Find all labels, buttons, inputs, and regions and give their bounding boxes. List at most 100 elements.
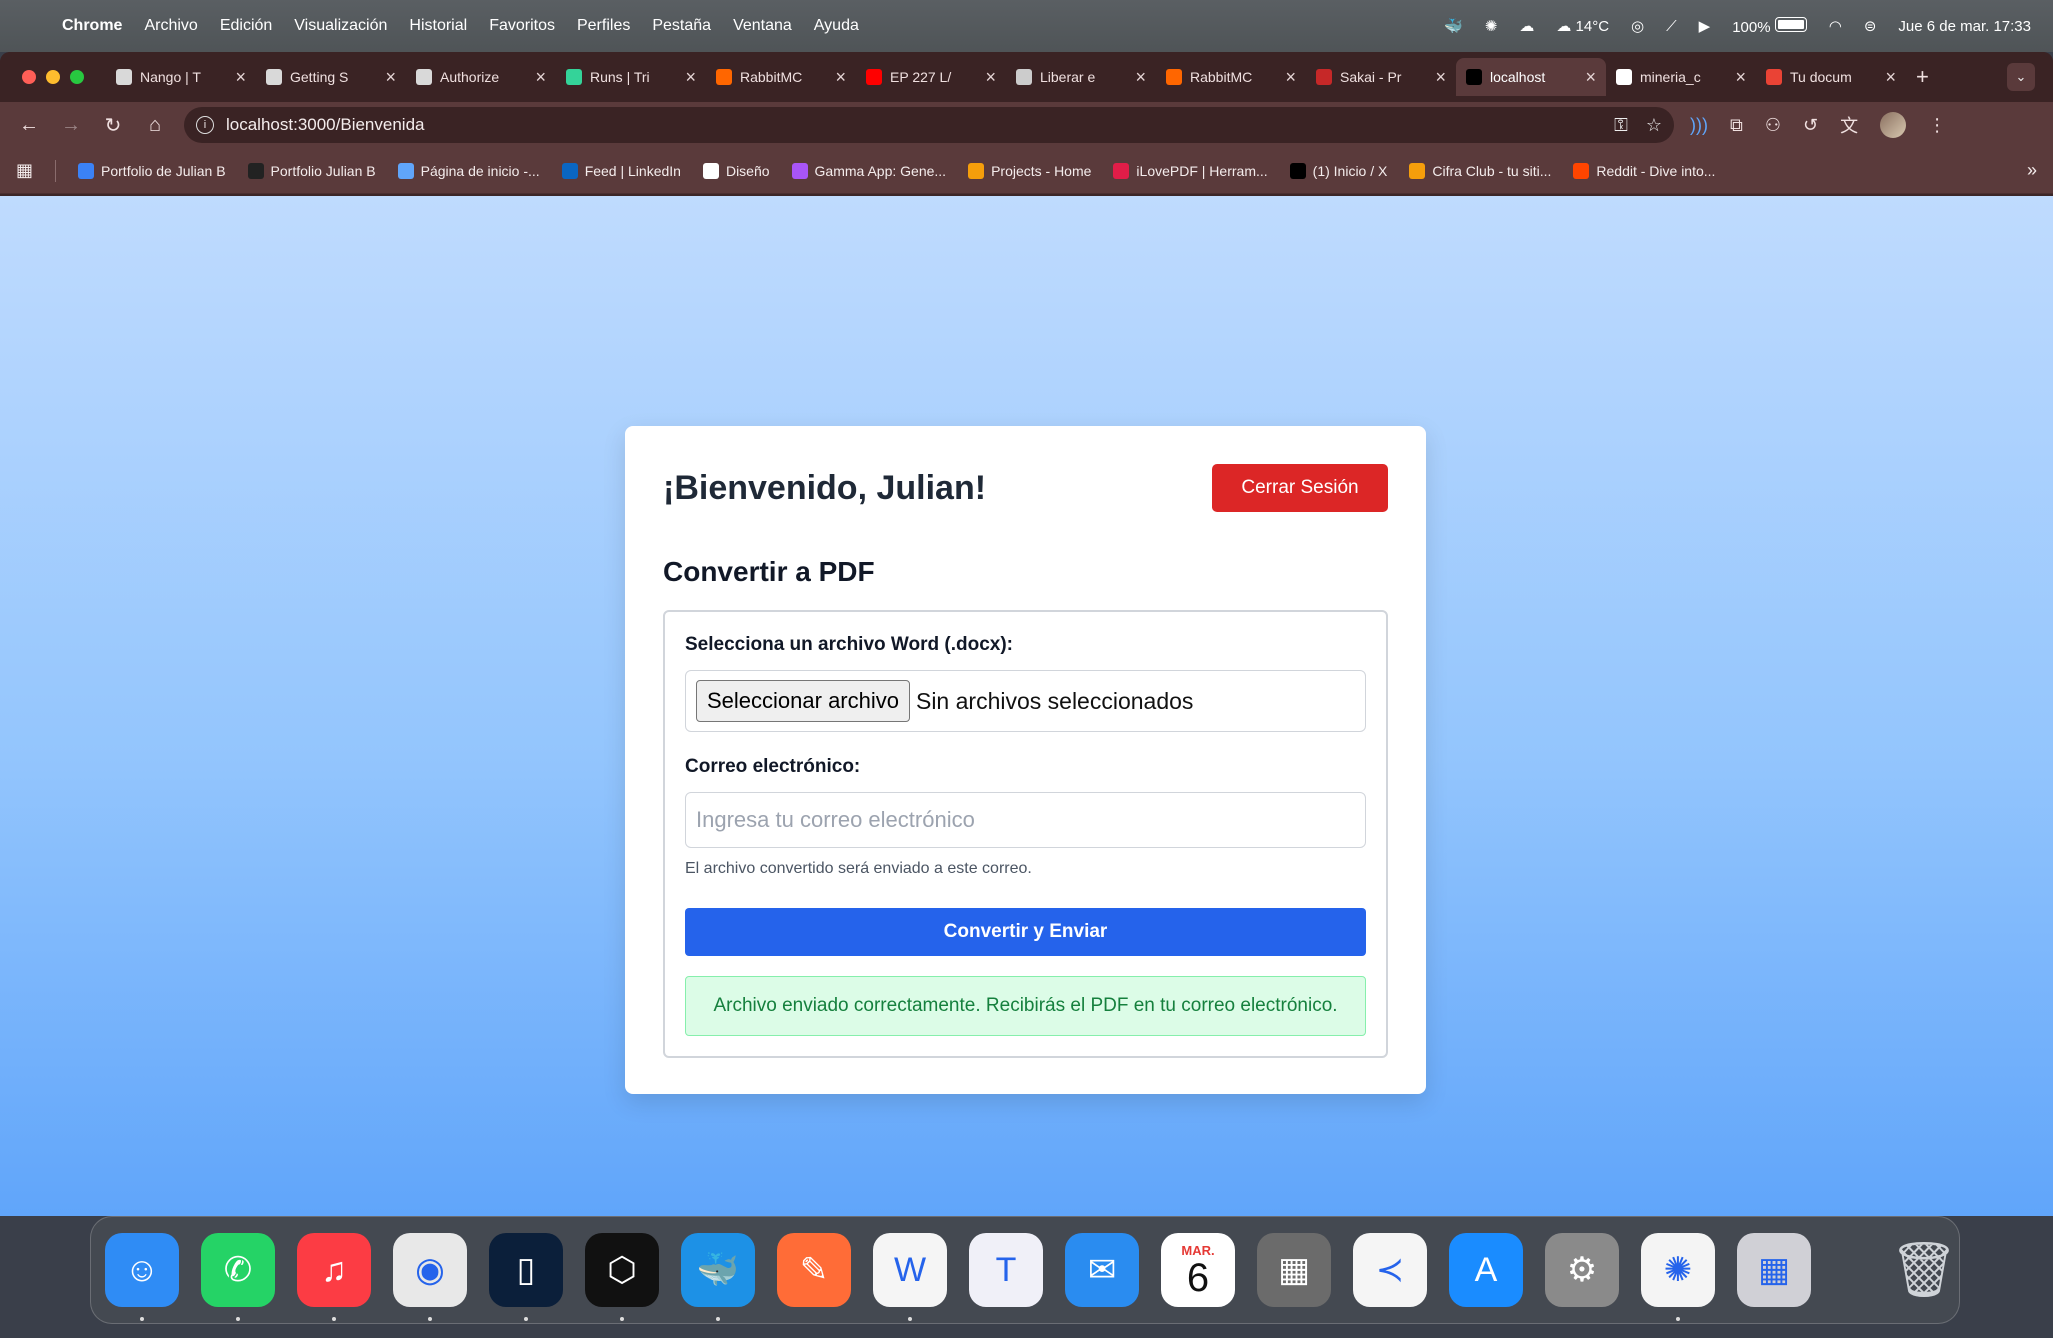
menu-edicion[interactable]: Edición [220,17,272,35]
tab-close-icon[interactable]: × [985,67,996,88]
docker-status-icon[interactable]: 🐳 [1444,17,1463,35]
tab-5[interactable]: EP 227 L/ × [856,58,1006,96]
bookmark-1[interactable]: Portfolio Julian B [247,162,376,179]
postman-icon[interactable]: ✎ [777,1233,851,1307]
vscode-icon[interactable]: ≺ [1353,1233,1427,1307]
back-button[interactable]: ← [16,114,42,137]
tab-9[interactable]: localhost × [1456,58,1606,96]
finder-icon[interactable]: ☺ [105,1233,179,1321]
system-settings-icon[interactable]: ⚙ [1545,1233,1619,1307]
tab-close-icon[interactable]: × [1135,67,1146,88]
tab-search-button[interactable]: ⌄ [2007,63,2035,91]
bookmark-6[interactable]: Projects - Home [968,162,1091,179]
weather-widget[interactable]: ☁ 14°C [1556,17,1609,35]
file-input[interactable]: Seleccionar archivo Sin archivos selecci… [685,670,1366,732]
tab-close-icon[interactable]: × [1285,67,1296,88]
chatgpt-status-icon[interactable]: ✺ [1485,17,1498,35]
translate-icon[interactable]: 文 [1840,112,1858,138]
password-key-icon[interactable]: ⚿ [1614,115,1628,136]
tab-close-icon[interactable]: × [385,67,396,88]
calculator-icon[interactable]: ▦ [1257,1233,1331,1307]
app-store-icon[interactable]: A [1449,1233,1523,1307]
tab-close-icon[interactable]: × [535,67,546,88]
reload-button[interactable]: ↻ [100,113,126,138]
wifi-icon[interactable]: ◠ [1829,17,1842,35]
bookmark-10[interactable]: Reddit - Dive into... [1573,162,1715,179]
tab-close-icon[interactable]: × [1735,67,1746,88]
tab-4[interactable]: RabbitMC × [706,58,856,96]
tab-0[interactable]: Nango | T × [106,58,256,96]
app-menu[interactable]: Chrome [62,17,122,35]
menu-perfiles[interactable]: Perfiles [577,17,630,35]
trash-icon[interactable]: 🗑 [1887,1233,1961,1307]
notes-app-icon[interactable]: ▯ [489,1233,563,1321]
menu-archivo[interactable]: Archivo [144,17,197,35]
tab-2[interactable]: Authorize × [406,58,556,96]
new-tab-button[interactable]: + [1916,64,1929,90]
extension-sound-icon[interactable]: ))) [1690,115,1708,136]
pen-icon[interactable]: ⟋ [1666,18,1677,35]
calendar-icon[interactable]: MAR. 6 [1161,1233,1235,1307]
menu-historial[interactable]: Historial [409,17,467,35]
chatgpt-icon[interactable]: ✺ [1641,1233,1715,1321]
site-info-icon[interactable]: i [196,116,214,134]
mail-icon[interactable]: ✉ [1065,1233,1139,1307]
bookmark-0[interactable]: Portfolio de Julian B [78,162,226,179]
extensions-puzzle-icon[interactable]: ⧉ [1730,115,1743,136]
launchpad-icon[interactable]: ▦ [1737,1233,1811,1307]
close-window-button[interactable] [22,70,36,84]
bookmark-7[interactable]: iLovePDF | Herram... [1113,162,1268,179]
music-icon[interactable]: ♫ [297,1233,371,1321]
control-center-icon[interactable]: ⊜ [1864,17,1877,35]
profile-avatar[interactable] [1880,112,1907,138]
home-button[interactable]: ⌂ [142,114,168,137]
tab-11[interactable]: Tu docum × [1756,58,1906,96]
tab-close-icon[interactable]: × [835,67,846,88]
clock[interactable]: Jue 6 de mar. 17:33 [1898,18,2031,35]
tab-close-icon[interactable]: × [1435,67,1446,88]
tab-close-icon[interactable]: × [1585,67,1596,88]
convert-send-button[interactable]: Convertir y Enviar [685,908,1366,956]
menu-visualizacion[interactable]: Visualización [294,17,387,35]
tab-close-icon[interactable]: × [685,67,696,88]
tab-3[interactable]: Runs | Tri × [556,58,706,96]
address-bar[interactable]: i localhost:3000/Bienvenida ⚿ ☆ [184,107,1674,143]
apps-grid-icon[interactable]: ▦ [16,160,33,181]
word-icon[interactable]: W [873,1233,947,1321]
bookmark-9[interactable]: Cifra Club - tu siti... [1409,162,1551,179]
bookmark-star-icon[interactable]: ☆ [1646,115,1662,136]
tab-10[interactable]: mineria_c × [1606,58,1756,96]
logout-button[interactable]: Cerrar Sesión [1212,464,1388,512]
play-icon[interactable]: ▶ [1699,17,1711,35]
menu-favoritos[interactable]: Favoritos [489,17,555,35]
shazam-icon[interactable]: ◎ [1631,17,1644,35]
battery-indicator[interactable]: 100% [1732,16,1807,36]
bookmark-4[interactable]: Diseño [702,162,770,179]
menu-pestana[interactable]: Pestaña [652,17,711,35]
chrome-menu-icon[interactable]: ⋮ [1928,115,1946,136]
url-text[interactable]: localhost:3000/Bienvenida [226,115,424,135]
tab-close-icon[interactable]: × [235,67,246,88]
minimize-window-button[interactable] [46,70,60,84]
tab-6[interactable]: Liberar e × [1006,58,1156,96]
email-field[interactable] [685,792,1366,848]
bookmark-2[interactable]: Página de inicio -... [397,162,540,179]
tab-7[interactable]: RabbitMC × [1156,58,1306,96]
cube-app-icon[interactable]: ⬡ [585,1233,659,1321]
tab-8[interactable]: Sakai - Pr × [1306,58,1456,96]
history-icon[interactable]: ↺ [1803,115,1818,136]
docker-icon[interactable]: 🐳 [681,1233,755,1321]
zoom-window-button[interactable] [70,70,84,84]
bookmark-8[interactable]: (1) Inicio / X [1289,162,1387,179]
choose-file-button[interactable]: Seleccionar archivo [696,680,910,722]
tab-close-icon[interactable]: × [1885,67,1896,88]
cloud-icon[interactable]: ☁ [1519,17,1534,35]
teams-icon[interactable]: T [969,1233,1043,1307]
chrome-icon[interactable]: ◉ [393,1233,467,1321]
more-bookmarks-icon[interactable]: » [2027,160,2037,181]
forward-button[interactable]: → [58,114,84,137]
bookmark-3[interactable]: Feed | LinkedIn [561,162,681,179]
menu-ayuda[interactable]: Ayuda [814,17,859,35]
bookmark-5[interactable]: Gamma App: Gene... [791,162,946,179]
tab-1[interactable]: Getting S × [256,58,406,96]
